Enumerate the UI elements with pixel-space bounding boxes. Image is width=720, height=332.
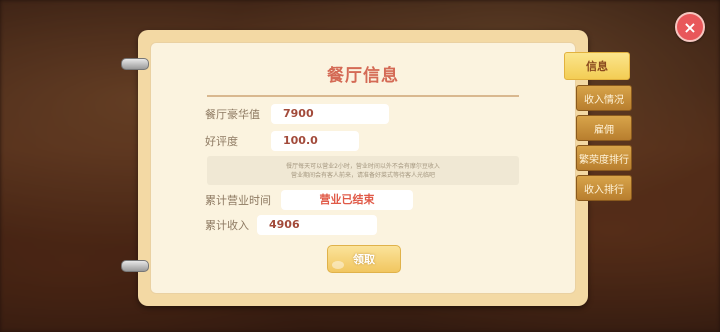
luxury-value: 7900 [271, 104, 389, 124]
hours-row: 累计营业时间 营业已结束 [205, 190, 413, 210]
claim-label: 领取 [353, 253, 375, 266]
notice-line-1: 餐厅每天可以营业2小时，营业时间以外不会有摩尔豆收入 [286, 162, 440, 170]
luxury-row: 餐厅豪华值 7900 [205, 104, 389, 124]
tab-income-ranking[interactable]: 收入排行 [576, 175, 632, 201]
tab-hire[interactable]: 雇佣 [576, 115, 632, 141]
claim-button[interactable]: 领取 [327, 245, 401, 273]
tab-prosperity-ranking[interactable]: 繁荣度排行 [576, 145, 632, 171]
rating-row: 好评度 100.0 [205, 131, 359, 151]
coin-icon [332, 261, 344, 269]
notice-line-2: 营业期间会有客人前来，请准备好菜式等待客人光临吧 [290, 171, 435, 179]
income-row: 累计收入 4906 [205, 215, 377, 235]
info-panel: 餐厅信息 餐厅豪华值 7900 好评度 100.0 餐厅每天可以营业2小时，营业… [121, 30, 588, 306]
income-value: 4906 [257, 215, 377, 235]
rating-label: 好评度 [205, 135, 238, 148]
luxury-label: 餐厅豪华值 [205, 108, 260, 121]
close-button[interactable]: × [675, 12, 705, 42]
tab-info[interactable]: 信息 [564, 52, 630, 80]
hours-status: 营业已结束 [281, 190, 413, 210]
close-icon: × [683, 17, 697, 37]
panel-title: 餐厅信息 [327, 66, 399, 86]
rating-value: 100.0 [271, 131, 359, 151]
tab-income-status[interactable]: 收入情况 [576, 85, 632, 111]
binder-ring-top [121, 58, 149, 70]
info-page: 餐厅信息 餐厅豪华值 7900 好评度 100.0 餐厅每天可以营业2小时，营业… [150, 42, 576, 294]
income-label: 累计收入 [205, 219, 249, 232]
title-divider [207, 95, 519, 97]
business-notice: 餐厅每天可以营业2小时，营业时间以外不会有摩尔豆收入 营业期间会有客人前来，请准… [207, 156, 519, 185]
binder-ring-bottom [121, 260, 149, 272]
hours-label: 累计营业时间 [205, 194, 271, 207]
